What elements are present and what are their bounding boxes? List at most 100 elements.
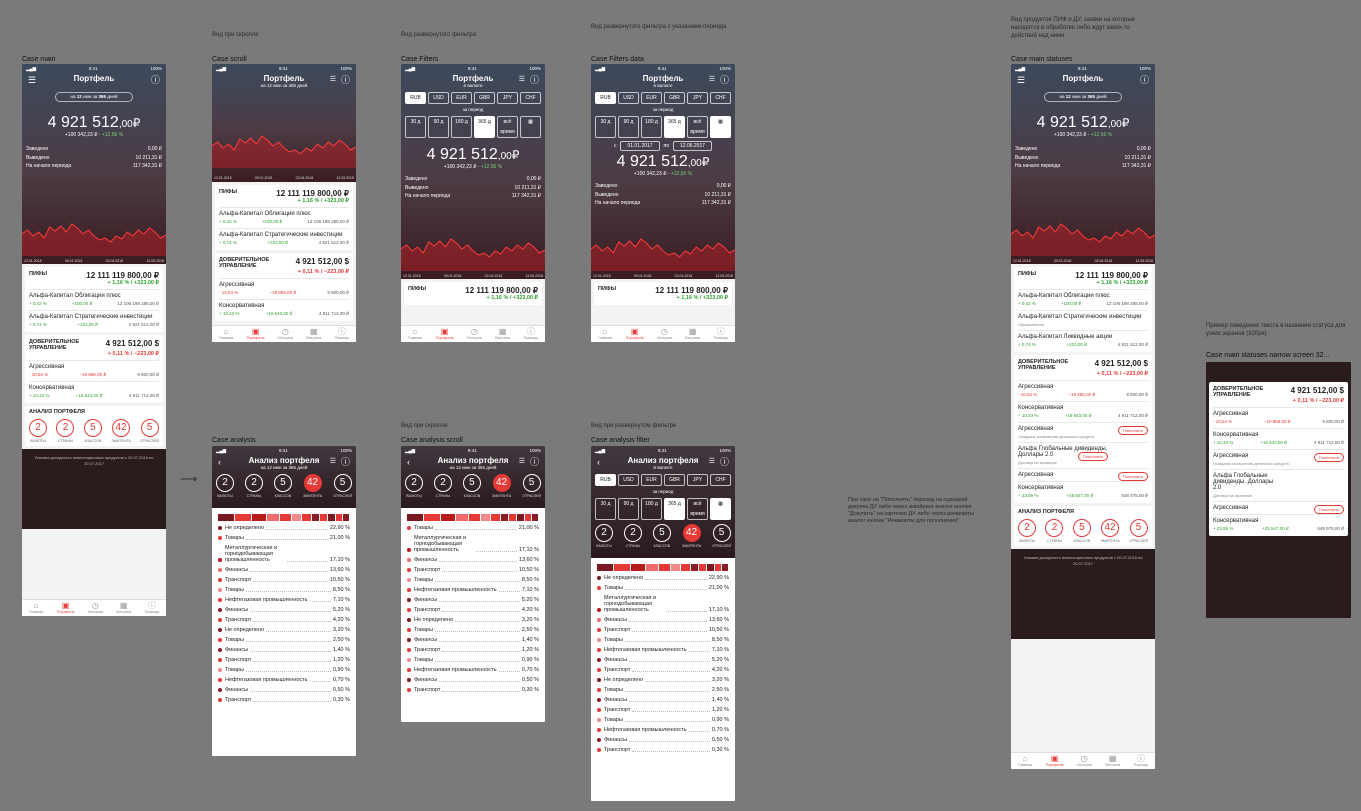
period-option[interactable]: 365 д xyxy=(664,498,685,520)
period-option[interactable]: 365 д xyxy=(474,116,495,138)
sector-row[interactable]: Металлургическая и горнодобывающая промы… xyxy=(212,545,356,563)
analysis-item[interactable]: 2 СТРАНЫ xyxy=(433,474,452,498)
sector-row[interactable]: Финансы 0,50 % xyxy=(401,677,545,683)
period-option[interactable]: 180 д xyxy=(451,116,472,138)
tab-3[interactable]: ▦ Витрина xyxy=(306,327,321,341)
period-pill[interactable]: на 12 июн за 365 дней xyxy=(55,92,133,102)
sector-row[interactable]: Финансы 1,40 % xyxy=(591,697,735,703)
sector-row[interactable]: Транспорт 1,20 % xyxy=(212,657,356,663)
sector-row[interactable]: Транспорт 10,50 % xyxy=(212,577,356,583)
sector-row[interactable]: Товары 2,50 % xyxy=(401,627,545,633)
analysis-item[interactable]: 5 ОТРАСЛЕЙ xyxy=(140,419,159,443)
sector-row[interactable]: Нефтегазовая промышленность 0,70 % xyxy=(591,727,735,733)
help-icon[interactable]: ⓘ xyxy=(720,75,729,85)
period-pill[interactable]: на 12 июн за 365 дней xyxy=(1044,92,1122,102)
currency-option[interactable]: CHF xyxy=(520,92,541,104)
currency-option[interactable]: EUR xyxy=(641,474,662,486)
analysis-item[interactable]: 2 ВАЛЮТЫ xyxy=(595,524,613,548)
currency-option[interactable]: GBR xyxy=(664,474,685,486)
sector-row[interactable]: Финансы 0,50 % xyxy=(591,737,735,743)
analysis-item[interactable]: 5 КЛАССОВ xyxy=(273,474,292,498)
analysis-item[interactable]: 42 ЭМИТЕНТА xyxy=(682,524,701,548)
du-card[interactable]: ДОВЕРИТЕЛЬНОЕ УПРАВЛЕНИЕ 4 921 512,00 $ + … xyxy=(25,335,163,403)
filter-icon[interactable]: ☰ xyxy=(709,457,715,467)
help-icon[interactable]: ⓘ xyxy=(530,457,539,467)
sector-row[interactable]: Металлургическая и горнодобывающая промы… xyxy=(401,535,545,553)
sector-row[interactable]: Финансы 5,20 % xyxy=(401,597,545,603)
period-option[interactable]: всё время xyxy=(497,116,518,138)
help-icon[interactable]: ⓘ xyxy=(720,457,729,467)
tab-1[interactable]: ▣ Портфель xyxy=(626,327,644,341)
tab-2[interactable]: ◷ История xyxy=(278,327,293,341)
currency-option[interactable]: JPY xyxy=(687,474,708,486)
du-card-statuses[interactable]: ДОВЕРИТЕЛЬНОЕ УПРАВЛЕНИЕ 4 921 512,00 $ +… xyxy=(1014,355,1152,503)
tab-2[interactable]: ◷ История xyxy=(657,327,672,341)
analysis-card[interactable]: АНАЛИЗ ПОРТФЕЛЯ 2 ВАЛЮТЫ 2 СТРАНЫ 5 КЛАССОВ 42 Э… xyxy=(25,406,163,446)
analysis-item[interactable]: 2 ВАЛЮТЫ xyxy=(1018,519,1036,543)
calendar-icon[interactable]: ▦ xyxy=(520,116,541,138)
currency-option[interactable]: USD xyxy=(618,92,639,104)
period-option[interactable]: 90 д xyxy=(618,498,639,520)
tab-2[interactable]: ◷ История xyxy=(88,601,103,615)
analysis-item[interactable]: 5 ОТРАСЛЕЙ xyxy=(712,524,731,548)
sector-row[interactable]: Нефтегазовая промышленность 0,70 % xyxy=(212,677,356,683)
currency-option[interactable]: USD xyxy=(618,474,639,486)
sector-row[interactable]: Товары 21,00 % xyxy=(212,535,356,541)
help-icon[interactable]: ⓘ xyxy=(1140,75,1149,85)
currency-option[interactable]: RUB xyxy=(405,92,426,104)
calendar-icon[interactable]: ▦ xyxy=(710,116,731,138)
topup-button[interactable]: Пополнить xyxy=(1313,453,1344,462)
analysis-item[interactable]: 2 ВАЛЮТЫ xyxy=(405,474,423,498)
sector-row[interactable]: Не определено 3,20 % xyxy=(212,627,356,633)
sector-row[interactable]: Товары 21,00 % xyxy=(591,585,735,591)
tab-4[interactable]: ⓘ Помощь xyxy=(714,327,729,341)
tab-1[interactable]: ▣ Портфель xyxy=(436,327,454,341)
help-icon[interactable]: ⓘ xyxy=(341,457,350,467)
sector-row[interactable]: Транспорт 1,20 % xyxy=(401,647,545,653)
topup-button[interactable]: Пополнить xyxy=(1313,505,1344,514)
analysis-card[interactable]: АНАЛИЗ ПОРТФЕЛЯ 2 ВАЛЮТЫ 2 СТРАНЫ 5 КЛАССОВ 42 Э… xyxy=(1014,506,1152,546)
analysis-item[interactable]: 5 КЛАССОВ xyxy=(652,524,671,548)
currency-option[interactable]: CHF xyxy=(710,474,731,486)
analysis-item[interactable]: 42 ЭМИТЕНТА xyxy=(492,474,511,498)
tab-0[interactable]: ⌂ Главная xyxy=(219,327,233,341)
analysis-item[interactable]: 2 СТРАНЫ xyxy=(56,419,75,443)
tab-2[interactable]: ◷ История xyxy=(1077,754,1092,768)
tab-0[interactable]: ⌂ Главная xyxy=(598,327,612,341)
currency-option[interactable]: EUR xyxy=(641,92,662,104)
sector-row[interactable]: Транспорт 0,30 % xyxy=(212,697,356,703)
sector-row[interactable]: Товары 0,90 % xyxy=(401,657,545,663)
currency-option[interactable]: GBR xyxy=(664,92,685,104)
tab-0[interactable]: ⌂ Главная xyxy=(29,601,43,615)
tab-3[interactable]: ▦ Витрина xyxy=(685,327,700,341)
sector-row[interactable]: Товары 2,50 % xyxy=(591,687,735,693)
sector-row[interactable]: Транспорт 1,20 % xyxy=(591,707,735,713)
analysis-item[interactable]: 42 ЭМИТЕНТА xyxy=(303,474,322,498)
currency-option[interactable]: RUB xyxy=(595,92,616,104)
tab-2[interactable]: ◷ История xyxy=(467,327,482,341)
analysis-item[interactable]: 2 СТРАНЫ xyxy=(1045,519,1064,543)
tab-1[interactable]: ▣ Портфель xyxy=(1046,754,1064,768)
sector-row[interactable]: Финансы 13,60 % xyxy=(591,617,735,623)
sector-row[interactable]: Товары 8,50 % xyxy=(401,577,545,583)
du-card[interactable]: ДОВЕРИТЕЛЬНОЕ УПРАВЛЕНИЕ 4 921 512,00 $ + … xyxy=(215,253,353,321)
tab-4[interactable]: ⓘ Помощь xyxy=(1134,754,1149,768)
tab-1[interactable]: ▣ Портфель xyxy=(247,327,265,341)
sector-row[interactable]: Нефтегазовая промышленность 0,70 % xyxy=(401,667,545,673)
sector-row[interactable]: Не определено 22,90 % xyxy=(591,575,735,581)
sector-row[interactable]: Финансы 1,40 % xyxy=(212,647,356,653)
help-icon[interactable]: ⓘ xyxy=(151,75,160,85)
currency-option[interactable]: GBR xyxy=(474,92,495,104)
filter-icon[interactable]: ☰ xyxy=(519,75,525,85)
help-icon[interactable]: ⓘ xyxy=(341,75,350,85)
sector-row[interactable]: Товары 0,90 % xyxy=(212,667,356,673)
tab-3[interactable]: ▦ Витрина xyxy=(495,327,510,341)
currency-option[interactable]: USD xyxy=(428,92,449,104)
currency-option[interactable]: JPY xyxy=(687,92,708,104)
tab-1[interactable]: ▣ Портфель xyxy=(57,601,75,615)
tab-4[interactable]: ⓘ Помощь xyxy=(335,327,350,341)
calendar-icon[interactable]: ▦ xyxy=(710,498,731,520)
back-icon[interactable]: ‹ xyxy=(597,457,600,467)
sector-row[interactable]: Финансы 5,20 % xyxy=(212,607,356,613)
tab-4[interactable]: ⓘ Помощь xyxy=(145,601,160,615)
